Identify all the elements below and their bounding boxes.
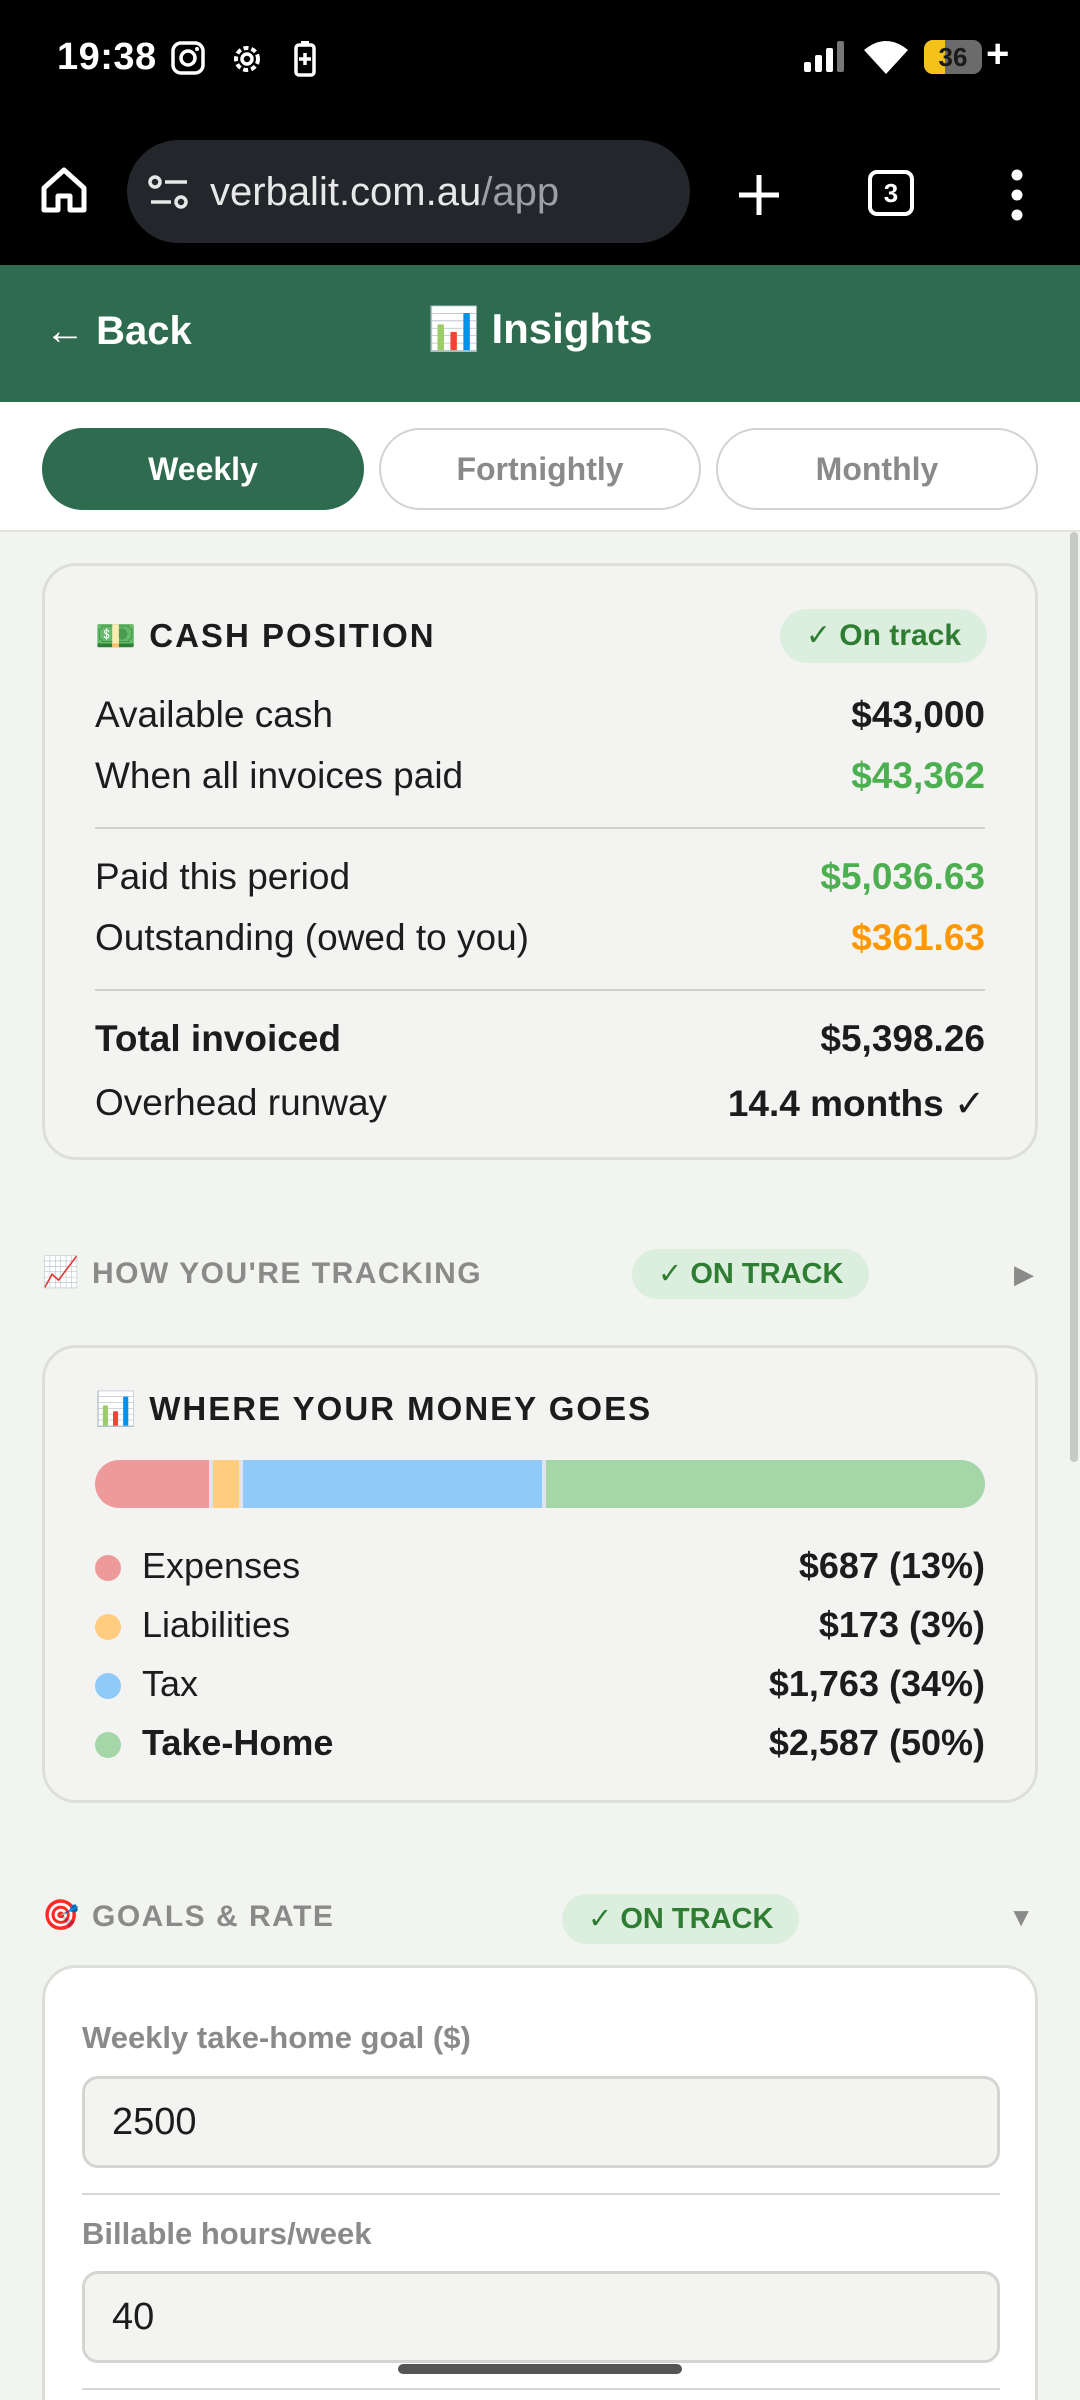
goals-status-badge: ✓ ON TRACK <box>562 1894 800 1944</box>
back-button[interactable]: ← Back <box>45 309 192 354</box>
goals-section-label: GOALS & RATE <box>92 1900 335 1933</box>
battery-charging-plus: + <box>986 32 1010 76</box>
url-path: /app <box>481 170 560 214</box>
scrollbar[interactable] <box>1070 532 1078 1462</box>
when-all-paid-label: When all invoices paid <box>95 755 464 796</box>
instagram-icon <box>170 40 206 81</box>
bar-segment-take-home <box>546 1460 985 1508</box>
tax-dot <box>95 1673 121 1699</box>
available-cash-value: $43,000 <box>851 694 985 735</box>
bar-chart-icon: 📊 <box>95 1390 139 1427</box>
total-invoiced-label: Total invoiced <box>95 1018 342 1059</box>
url-text: verbalit.com.au/app <box>210 170 559 215</box>
status-bar: 19:38 36 + <box>0 0 1080 120</box>
divider <box>95 827 985 829</box>
tab-monthly[interactable]: Monthly <box>716 428 1038 510</box>
tab-weekly[interactable]: Weekly <box>42 428 364 510</box>
expenses-value: $687 (13%) <box>798 1545 985 1586</box>
goals-form-card: Weekly take-home goal ($) 2500 Billable … <box>42 1965 1038 2400</box>
paid-this-period-label: Paid this period <box>95 856 351 897</box>
expand-arrow-icon[interactable]: ▶ <box>1014 1259 1034 1290</box>
money-goes-title: 📊 WHERE YOUR MONEY GOES <box>95 1390 652 1429</box>
target-icon: 🎯 <box>42 1899 80 1932</box>
signal-icon <box>802 40 846 79</box>
status-time: 19:38 <box>57 36 157 78</box>
battery-level: 36 <box>938 42 968 72</box>
paid-this-period-value: $5,036.63 <box>820 856 985 897</box>
money-goes-heading: WHERE YOUR MONEY GOES <box>149 1390 653 1427</box>
period-tabs: Weekly Fortnightly Monthly <box>0 402 1080 532</box>
goal-input[interactable]: 2500 <box>82 2076 1000 2168</box>
money-goes-card: 📊 WHERE YOUR MONEY GOES Expenses $687 (1… <box>42 1345 1038 1803</box>
divider <box>82 2193 1000 2195</box>
tax-label: Tax <box>142 1663 199 1704</box>
liabilities-value: $173 (3%) <box>818 1604 985 1645</box>
divider <box>95 989 985 991</box>
new-tab-plus-icon[interactable] <box>736 172 782 223</box>
overhead-runway-value: 14.4 months ✓ <box>727 1083 985 1124</box>
take-home-dot <box>95 1732 121 1758</box>
collapse-arrow-icon[interactable]: ▼ <box>1008 1902 1034 1933</box>
cash-icon: 💵 <box>95 617 139 654</box>
overhead-runway-label: Overhead runway <box>95 1082 388 1123</box>
take-home-label: Take-Home <box>142 1722 334 1763</box>
bar-segment-liabilities <box>213 1460 244 1508</box>
home-icon[interactable] <box>38 164 90 221</box>
wifi-icon <box>862 40 910 81</box>
gesture-home-bar[interactable] <box>398 2364 682 2374</box>
cash-position-title: 💵 CASH POSITION <box>95 617 436 656</box>
hours-input[interactable]: 40 <box>82 2271 1000 2363</box>
money-distribution-bar <box>95 1460 985 1508</box>
take-home-value: $2,587 (50%) <box>768 1722 985 1763</box>
hours-label: Billable hours/week <box>82 2216 372 2251</box>
tab-fortnightly[interactable]: Fortnightly <box>379 428 701 510</box>
tracking-status-badge: ✓ ON TRACK <box>632 1249 870 1299</box>
tax-value: $1,763 (34%) <box>768 1663 985 1704</box>
tracking-section-header[interactable]: 📈 HOW YOU'RE TRACKING ✓ ON TRACK ▶ <box>42 1247 1038 1307</box>
cash-status-badge: ✓ On track <box>779 609 987 663</box>
liabilities-dot <box>95 1614 121 1640</box>
url-bar[interactable]: verbalit.com.au/app <box>127 140 690 243</box>
tab-switcher-button[interactable]: 3 <box>868 170 914 216</box>
goal-label: Weekly take-home goal ($) <box>82 2020 471 2055</box>
bar-segment-tax <box>243 1460 546 1508</box>
divider <box>82 2388 1000 2390</box>
cash-position-card: 💵 CASH POSITION ✓ On track Available cas… <box>42 563 1038 1160</box>
goals-section-header[interactable]: 🎯 GOALS & RATE ✓ ON TRACK ▼ <box>42 1890 1038 1950</box>
available-cash-label: Available cash <box>95 694 333 735</box>
settings-gear-icon <box>228 40 266 83</box>
outstanding-value: $361.63 <box>851 917 985 958</box>
liabilities-label: Liabilities <box>142 1604 291 1645</box>
tracking-section-label: HOW YOU'RE TRACKING <box>92 1257 483 1290</box>
chart-increasing-icon: 📈 <box>42 1256 80 1289</box>
url-domain: verbalit.com.au <box>210 170 482 214</box>
battery-saver-icon <box>293 40 317 83</box>
browser-toolbar: verbalit.com.au/app 3 <box>0 120 1080 265</box>
cash-position-heading: CASH POSITION <box>149 617 436 654</box>
more-menu-icon[interactable] <box>1008 168 1026 227</box>
expenses-dot <box>95 1555 121 1581</box>
app-header: 📊 Insights ← Back <box>0 265 1080 402</box>
when-all-paid-value: $43,362 <box>851 755 985 796</box>
outstanding-label: Outstanding (owed to you) <box>95 917 529 958</box>
site-settings-icon[interactable] <box>147 174 191 215</box>
bar-segment-expenses <box>95 1460 214 1508</box>
expenses-label: Expenses <box>142 1545 301 1586</box>
total-invoiced-value: $5,398.26 <box>820 1018 985 1059</box>
battery-icon: 36 <box>924 40 982 74</box>
